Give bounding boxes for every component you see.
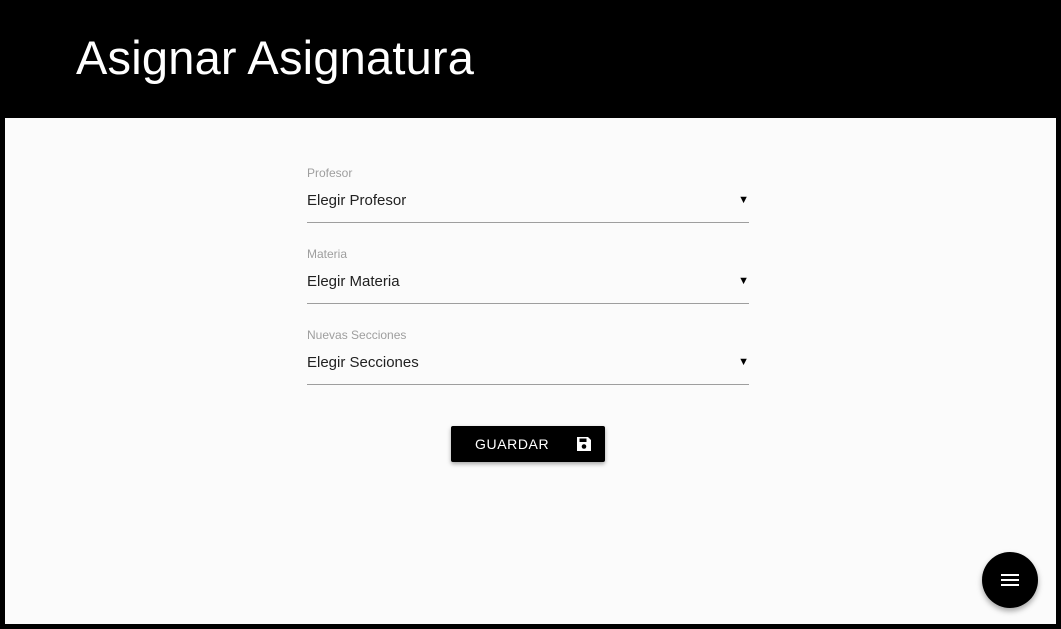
save-button-label: GUARDAR [475, 436, 550, 452]
page-title: Asignar Asignatura [76, 31, 475, 84]
secciones-field: Nuevas Secciones Elegir Secciones ▼ [307, 328, 749, 409]
main-content: Profesor Elegir Profesor ▼ Materia Elegi… [5, 118, 1056, 624]
caret-down-icon: ▼ [738, 275, 749, 287]
materia-field: Materia Elegir Materia ▼ [307, 247, 749, 328]
app-window: Asignar Asignatura Profesor Elegir Profe… [0, 0, 1061, 629]
secciones-label: Nuevas Secciones [307, 328, 407, 342]
materia-select[interactable]: Elegir Materia ▼ [307, 265, 749, 304]
secciones-select[interactable]: Elegir Secciones ▼ [307, 346, 749, 385]
profesor-label: Profesor [307, 166, 353, 180]
menu-icon [1000, 570, 1020, 590]
assign-form: Profesor Elegir Profesor ▼ Materia Elegi… [307, 166, 749, 409]
profesor-field: Profesor Elegir Profesor ▼ [307, 166, 749, 247]
secciones-select-value: Elegir Secciones [307, 354, 419, 371]
menu-fab-button[interactable] [982, 552, 1038, 608]
floppy-disk-icon [576, 436, 592, 452]
caret-down-icon: ▼ [738, 356, 749, 368]
profesor-select-value: Elegir Profesor [307, 192, 407, 209]
header-bar: Asignar Asignatura [0, 0, 1061, 118]
materia-label: Materia [307, 247, 348, 261]
save-button[interactable]: GUARDAR [451, 426, 605, 462]
profesor-select[interactable]: Elegir Profesor ▼ [307, 184, 749, 223]
caret-down-icon: ▼ [738, 194, 749, 206]
materia-select-value: Elegir Materia [307, 273, 400, 290]
